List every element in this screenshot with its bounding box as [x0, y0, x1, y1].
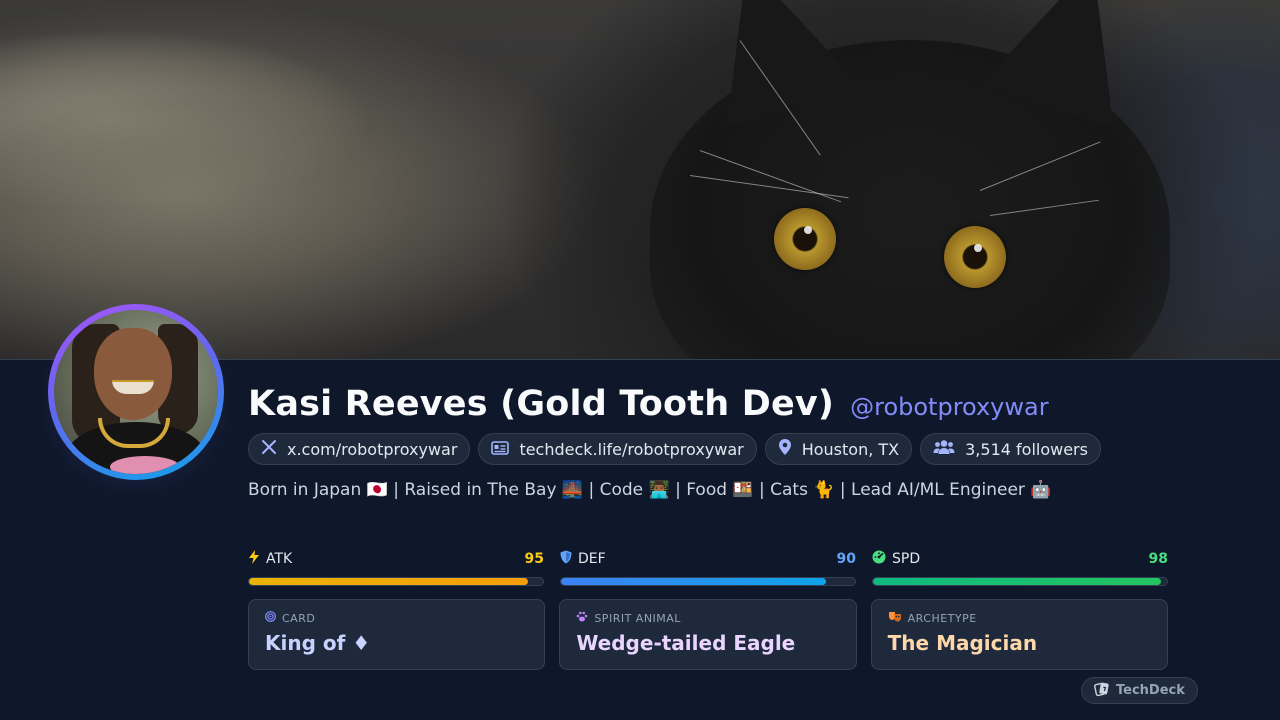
card-spirit-value: Wedge-tailed Eagle: [576, 631, 796, 655]
trait-cards: CARD King of ♦ SPIRIT ANIMAL Wedge-taile…: [248, 599, 1168, 670]
stat-def-label: DEF: [578, 551, 606, 567]
location-pill: Houston, TX: [764, 433, 913, 465]
x-link-label: x.com/robotproxywar: [287, 439, 458, 459]
followers-label: 3,514 followers: [965, 439, 1088, 459]
followers-pill[interactable]: 3,514 followers: [920, 433, 1101, 465]
stat-atk: ATK 95: [248, 549, 544, 586]
card-spirit-animal: SPIRIT ANIMAL Wedge-tailed Eagle: [559, 599, 857, 670]
card-archetype-value: The Magician: [887, 631, 1038, 655]
card-card: CARD King of ♦: [248, 599, 546, 670]
stat-atk-fill: [249, 578, 529, 585]
name-row: Kasi Reeves (Gold Tooth Dev) @robotproxy…: [248, 384, 1049, 424]
cat-eye-right: [944, 226, 1006, 288]
profile-bio: Born in Japan 🇯🇵 | Raised in The Bay 🌉 |…: [248, 480, 1052, 500]
target-icon: [265, 611, 276, 625]
profile-handle[interactable]: @robotproxywar: [850, 393, 1048, 421]
avatar-face: [94, 328, 172, 420]
avatar-ring: [48, 304, 224, 480]
id-card-icon: [491, 440, 510, 459]
card-card-label: CARD: [282, 611, 316, 625]
stat-atk-label: ATK: [266, 551, 293, 567]
stat-def: DEF 90: [560, 549, 856, 586]
card-spirit-label: SPIRIT ANIMAL: [594, 611, 681, 625]
avatar[interactable]: [54, 310, 218, 474]
profile-name: Kasi Reeves (Gold Tooth Dev): [248, 384, 835, 424]
stat-def-bar: [560, 577, 856, 586]
masks-icon: [888, 611, 902, 625]
stat-spd-fill: [873, 578, 1162, 585]
stat-spd-bar: [872, 577, 1168, 586]
lightning-icon: [248, 550, 260, 568]
techdeck-badge[interactable]: TechDeck: [1081, 677, 1198, 704]
stat-atk-value: 95: [524, 551, 544, 567]
x-logo-icon: [261, 439, 277, 459]
paw-icon: [576, 611, 588, 625]
avatar-shirt-print: [110, 456, 180, 474]
card-archetype-label: ARCHETYPE: [907, 611, 977, 625]
profile-page: Kasi Reeves (Gold Tooth Dev) @robotproxy…: [0, 0, 1280, 720]
map-pin-icon: [778, 438, 792, 460]
profile-links: x.com/robotproxywar techdeck.life/robotp…: [248, 433, 1101, 465]
cat-eye-left: [774, 208, 836, 270]
stat-spd-value: 98: [1148, 551, 1168, 567]
card-card-value: King of ♦: [265, 631, 371, 655]
location-label: Houston, TX: [801, 439, 900, 459]
banner-image: [0, 0, 1280, 360]
stat-def-fill: [561, 578, 826, 585]
gauge-icon: [872, 550, 886, 568]
x-link-pill[interactable]: x.com/robotproxywar: [248, 433, 471, 465]
users-icon: [933, 439, 955, 459]
techdeck-link-pill[interactable]: techdeck.life/robotproxywar: [478, 433, 757, 465]
stat-atk-bar: [248, 577, 544, 586]
shield-icon: [560, 550, 572, 568]
stat-spd-label: SPD: [892, 551, 921, 567]
stat-def-value: 90: [836, 551, 856, 567]
techdeck-logo-icon: [1094, 681, 1110, 701]
stat-spd: SPD 98: [872, 549, 1168, 586]
card-archetype: ARCHETYPE The Magician: [870, 599, 1168, 670]
techdeck-link-label: techdeck.life/robotproxywar: [519, 439, 744, 459]
techdeck-badge-label: TechDeck: [1116, 683, 1185, 698]
stats-row: ATK 95 DEF 90 SPD 98: [248, 549, 1168, 586]
